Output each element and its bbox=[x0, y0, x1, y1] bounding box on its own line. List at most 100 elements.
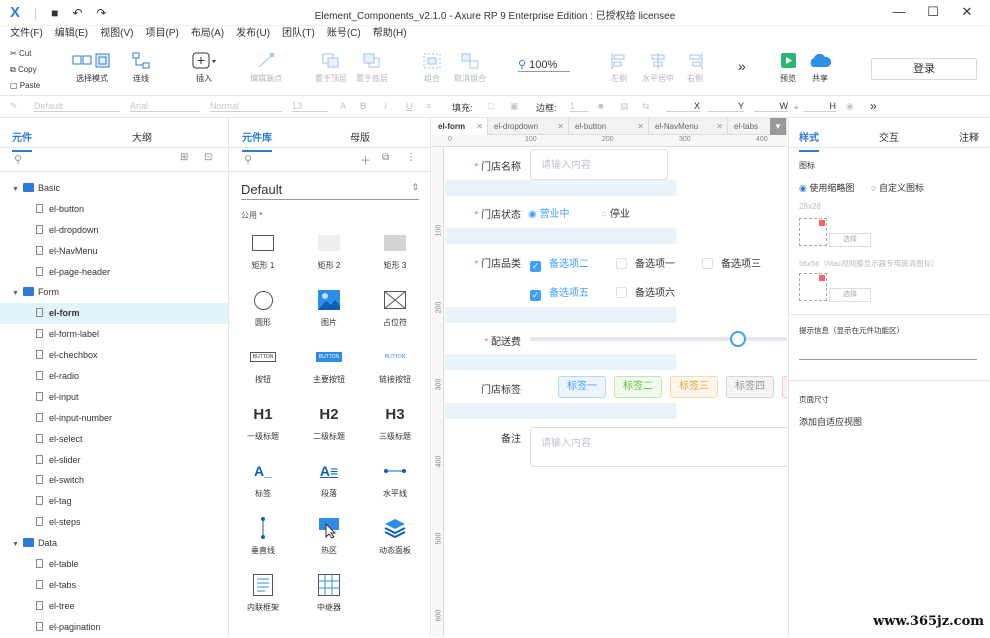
artboard[interactable]: * 门店名称 请输入内容 * 门店状态 ◉ 营业中 ○ 停业 * 门店品类 ✓备… bbox=[445, 147, 787, 637]
tree-page[interactable]: el-tree bbox=[0, 596, 228, 617]
tree-page[interactable]: el-chechbox bbox=[0, 345, 228, 366]
widget-vline[interactable]: 垂直线 bbox=[233, 513, 293, 556]
add-adaptive-view-link[interactable]: 添加自适应视图 bbox=[799, 415, 862, 428]
close-tab-icon[interactable]: ✕ bbox=[557, 118, 564, 135]
icon-56-preview[interactable] bbox=[799, 273, 827, 301]
store-tag[interactable]: 标签 bbox=[782, 376, 787, 398]
tab-components[interactable]: 元件 bbox=[12, 129, 32, 144]
widget-dynamic-panel[interactable]: 动态面板 bbox=[365, 513, 425, 556]
tab-masters[interactable]: 母版 bbox=[350, 129, 370, 144]
widget-hotspot[interactable]: 热区 bbox=[299, 513, 359, 556]
canvas-tab-1[interactable]: el-dropdown✕ bbox=[488, 118, 569, 135]
preview-button[interactable]: 预览 bbox=[776, 52, 800, 84]
widget-button[interactable]: BUTTON按钮 bbox=[233, 342, 293, 385]
tabs-dropdown-icon[interactable]: ▼ bbox=[770, 118, 787, 135]
menu-item-0[interactable]: 文件(F) bbox=[10, 26, 43, 44]
menu-item-7[interactable]: 账号(C) bbox=[327, 26, 361, 44]
store-tag[interactable]: 标签三 bbox=[670, 376, 718, 398]
menu-item-2[interactable]: 视图(V) bbox=[100, 26, 133, 44]
tree-page[interactable]: el-slider bbox=[0, 450, 228, 471]
select-28-button[interactable]: 选择 bbox=[829, 233, 871, 247]
tree-page[interactable]: el-input-number bbox=[0, 408, 228, 429]
fill-color-icon[interactable]: □ bbox=[488, 101, 493, 111]
share-button[interactable]: 共享 bbox=[806, 52, 834, 84]
add-folder-icon[interactable]: ⊡ bbox=[204, 152, 212, 163]
status-closed-radio[interactable]: ○ 停业 bbox=[601, 205, 630, 220]
menu-item-8[interactable]: 帮助(H) bbox=[373, 26, 407, 44]
tree-folder[interactable]: ▼Form bbox=[0, 282, 228, 303]
close-tab-icon[interactable]: ✕ bbox=[476, 118, 483, 135]
widget-image[interactable]: 图片 bbox=[299, 285, 359, 328]
widget-rect-light[interactable]: 矩形 2 bbox=[299, 228, 359, 271]
copy-button[interactable]: ⧉ Copy bbox=[10, 62, 40, 78]
font-color-icon[interactable]: A bbox=[340, 101, 346, 111]
widget-repeater[interactable]: 中继器 bbox=[299, 570, 359, 613]
widget-label[interactable]: A_标签 bbox=[233, 456, 293, 499]
paste-button[interactable]: ▢ Paste bbox=[10, 78, 40, 94]
status-open-radio[interactable]: ◉ 营业中 bbox=[528, 205, 570, 220]
widget-rect-outline[interactable]: 矩形 1 bbox=[233, 228, 293, 271]
widget-h2[interactable]: H2二级标题 bbox=[299, 399, 359, 442]
zoom-dropdown[interactable]: ⚲ 100% bbox=[518, 58, 570, 72]
style-brush-icon[interactable]: ✎ bbox=[10, 101, 18, 112]
thumbnail-radio[interactable]: ◉ 使用缩略图 bbox=[799, 181, 854, 194]
library-menu-icon[interactable]: ⋮ bbox=[406, 152, 416, 163]
edit-point-button[interactable]: 编辑端点 bbox=[246, 52, 286, 84]
h-input[interactable]: H bbox=[804, 101, 836, 112]
visibility-icon[interactable]: ◉ bbox=[846, 101, 854, 112]
fee-slider-handle[interactable] bbox=[730, 331, 746, 347]
border-color-icon[interactable]: ■ bbox=[598, 101, 603, 111]
store-tag[interactable]: 标签二 bbox=[614, 376, 662, 398]
icon-28-preview[interactable] bbox=[799, 218, 827, 246]
tab-interactions[interactable]: 交互 bbox=[879, 129, 899, 144]
menu-item-1[interactable]: 编辑(E) bbox=[55, 26, 88, 44]
tree-page[interactable]: el-form bbox=[0, 303, 228, 324]
canvas-tab-0[interactable]: el-form✕ bbox=[432, 118, 488, 135]
tree-page[interactable]: el-steps bbox=[0, 512, 228, 533]
tooltip-input[interactable] bbox=[799, 359, 977, 360]
category-checkbox[interactable]: 备选项一 bbox=[616, 255, 675, 270]
menu-item-6[interactable]: 团队(T) bbox=[282, 26, 315, 44]
cut-button[interactable]: ✂ Cut bbox=[10, 46, 40, 62]
underline-icon[interactable]: U bbox=[406, 101, 413, 111]
custom-icon-radio[interactable]: ○ 自定义图标 bbox=[871, 181, 924, 194]
canvas-tab-3[interactable]: el-NavMenu✕ bbox=[649, 118, 728, 135]
center-h-button[interactable]: 水平居中 bbox=[638, 52, 678, 84]
y-input[interactable]: Y bbox=[708, 101, 744, 112]
align-left-button[interactable]: 左侧 bbox=[606, 52, 632, 84]
remark-textarea[interactable]: 请输入内容 bbox=[530, 427, 787, 467]
widget-circle[interactable]: 圆形 bbox=[233, 285, 293, 328]
close-tab-icon[interactable]: ✕ bbox=[716, 118, 723, 135]
send-back-button[interactable]: 置于底层 bbox=[355, 52, 389, 84]
style-select[interactable]: Default bbox=[34, 101, 120, 112]
border-width-input[interactable]: 1 bbox=[570, 101, 588, 112]
tree-page[interactable]: el-NavMenu bbox=[0, 241, 228, 262]
more-format-button[interactable]: » bbox=[870, 99, 877, 113]
font-select[interactable]: Arial bbox=[130, 101, 200, 112]
border-arrow-icon[interactable]: ⇆ bbox=[642, 101, 650, 112]
list-icon[interactable]: ≡ bbox=[426, 101, 431, 111]
tree-page[interactable]: el-switch bbox=[0, 470, 228, 491]
tab-notes[interactable]: 注释 bbox=[959, 129, 979, 144]
select-mode-button[interactable]: 选择模式 bbox=[66, 52, 118, 84]
tree-page[interactable]: el-page-header bbox=[0, 262, 228, 283]
tree-page[interactable]: el-tag bbox=[0, 491, 228, 512]
x-input[interactable]: X bbox=[666, 101, 700, 112]
maximize-button[interactable]: ☐ bbox=[916, 4, 950, 20]
w-input[interactable]: W bbox=[754, 101, 788, 112]
store-name-input[interactable]: 请输入内容 bbox=[530, 149, 668, 180]
fee-slider-track[interactable] bbox=[530, 337, 787, 341]
widget-rect-gray[interactable]: 矩形 3 bbox=[365, 228, 425, 271]
add-library-icon[interactable]: ＋ bbox=[360, 152, 371, 168]
tree-page[interactable]: el-button bbox=[0, 199, 228, 220]
bold-icon[interactable]: B bbox=[360, 101, 367, 111]
store-tag[interactable]: 标签一 bbox=[558, 376, 606, 398]
tree-page[interactable]: el-select bbox=[0, 429, 228, 450]
tree-page[interactable]: el-input bbox=[0, 387, 228, 408]
tree-page[interactable]: el-tabs bbox=[0, 575, 228, 596]
fill-shadow-icon[interactable]: ▣ bbox=[510, 101, 519, 112]
category-checkbox[interactable]: ✓备选项二 bbox=[530, 255, 589, 272]
minimize-button[interactable]: — bbox=[882, 4, 916, 20]
store-tag[interactable]: 标签四 bbox=[726, 376, 774, 398]
tree-folder[interactable]: ▼Data bbox=[0, 533, 228, 554]
